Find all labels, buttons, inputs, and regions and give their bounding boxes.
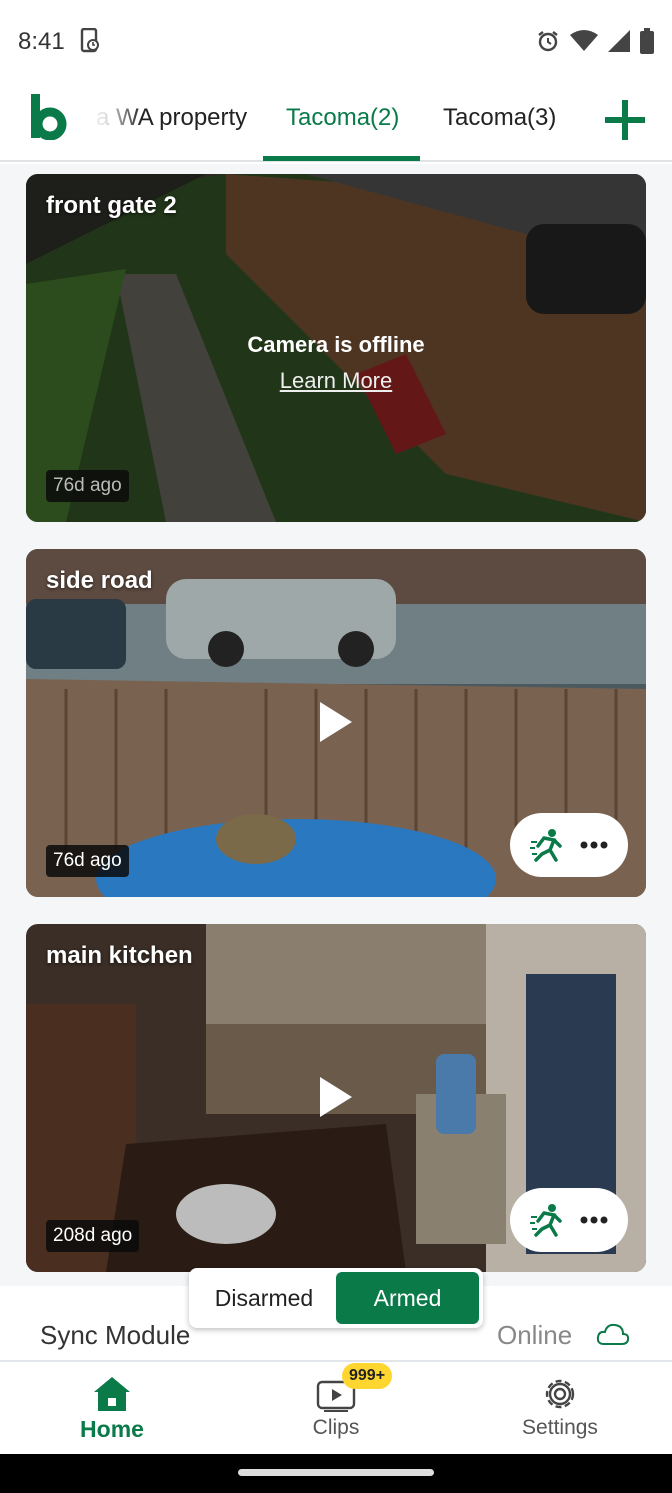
battery-icon: [640, 28, 654, 54]
camera-actions-pill: [510, 813, 628, 877]
system-gesture-bar: [0, 1454, 672, 1493]
alarm-icon: [538, 31, 558, 52]
offline-message: Camera is offline Learn More: [26, 332, 646, 394]
plus-icon[interactable]: [603, 98, 647, 142]
learn-more-link[interactable]: Learn More: [280, 368, 393, 394]
camera-list: front gate 2 Camera is offline Learn Mor…: [0, 164, 672, 1286]
screen-record-icon: [80, 28, 99, 53]
signal-icon: [608, 30, 630, 52]
play-icon[interactable]: [316, 700, 356, 744]
gesture-handle[interactable]: [238, 1469, 434, 1476]
disarmed-button[interactable]: Disarmed: [193, 1272, 335, 1324]
camera-name: side road: [46, 567, 153, 594]
camera-card-main-kitchen[interactable]: main kitchen 208d ago: [26, 924, 646, 1272]
active-tab-indicator: [263, 156, 420, 161]
tab-fade-overlay: [82, 94, 142, 144]
bottom-nav: Home Clips Settings: [0, 1362, 672, 1454]
motion-detection-icon[interactable]: [530, 828, 564, 862]
armed-button[interactable]: Armed: [336, 1272, 479, 1324]
nav-home-label: Home: [80, 1416, 144, 1442]
clips-count-badge: 999+: [342, 1363, 393, 1389]
gear-icon: [545, 1379, 575, 1409]
nav-clips-label: Clips: [312, 1416, 360, 1439]
nav-home[interactable]: Home: [0, 1362, 224, 1454]
nav-settings-label: Settings: [522, 1416, 598, 1439]
tab-tacoma-3[interactable]: Tacoma(3): [443, 104, 556, 132]
status-time: 8:41: [18, 28, 65, 55]
offline-title: Camera is offline: [247, 332, 425, 357]
blink-logo: [31, 94, 67, 140]
camera-age-badge: 76d ago: [46, 470, 129, 502]
motion-detection-icon[interactable]: [530, 1203, 564, 1237]
sync-module-label: Sync Module: [40, 1320, 191, 1350]
camera-card-front-gate-2[interactable]: front gate 2 Camera is offline Learn Mor…: [26, 174, 646, 522]
cloud-icon: [596, 1323, 630, 1345]
camera-age-badge: 208d ago: [46, 1220, 140, 1252]
arm-disarm-toggle: Disarmed Armed: [189, 1268, 483, 1328]
play-icon[interactable]: [316, 1075, 356, 1119]
camera-actions-pill: [510, 1188, 628, 1252]
wifi-icon: [570, 30, 598, 51]
camera-name: main kitchen: [46, 942, 193, 969]
home-icon: [94, 1377, 130, 1411]
camera-age-badge: 76d ago: [46, 845, 129, 877]
more-options-icon[interactable]: [580, 1215, 608, 1225]
location-tabs-bar: a WA property Tacoma(2) Tacoma(3): [0, 82, 672, 162]
camera-card-side-road[interactable]: side road 76d ago: [26, 549, 646, 897]
camera-name: front gate 2: [46, 192, 177, 219]
tab-tacoma-2[interactable]: Tacoma(2): [286, 104, 399, 132]
status-icons: [536, 28, 654, 54]
status-bar: 8:41: [0, 0, 672, 82]
more-options-icon[interactable]: [580, 840, 608, 850]
nav-settings[interactable]: Settings: [448, 1362, 672, 1454]
nav-clips[interactable]: Clips: [224, 1362, 448, 1454]
sync-module-status: Online: [497, 1320, 573, 1350]
